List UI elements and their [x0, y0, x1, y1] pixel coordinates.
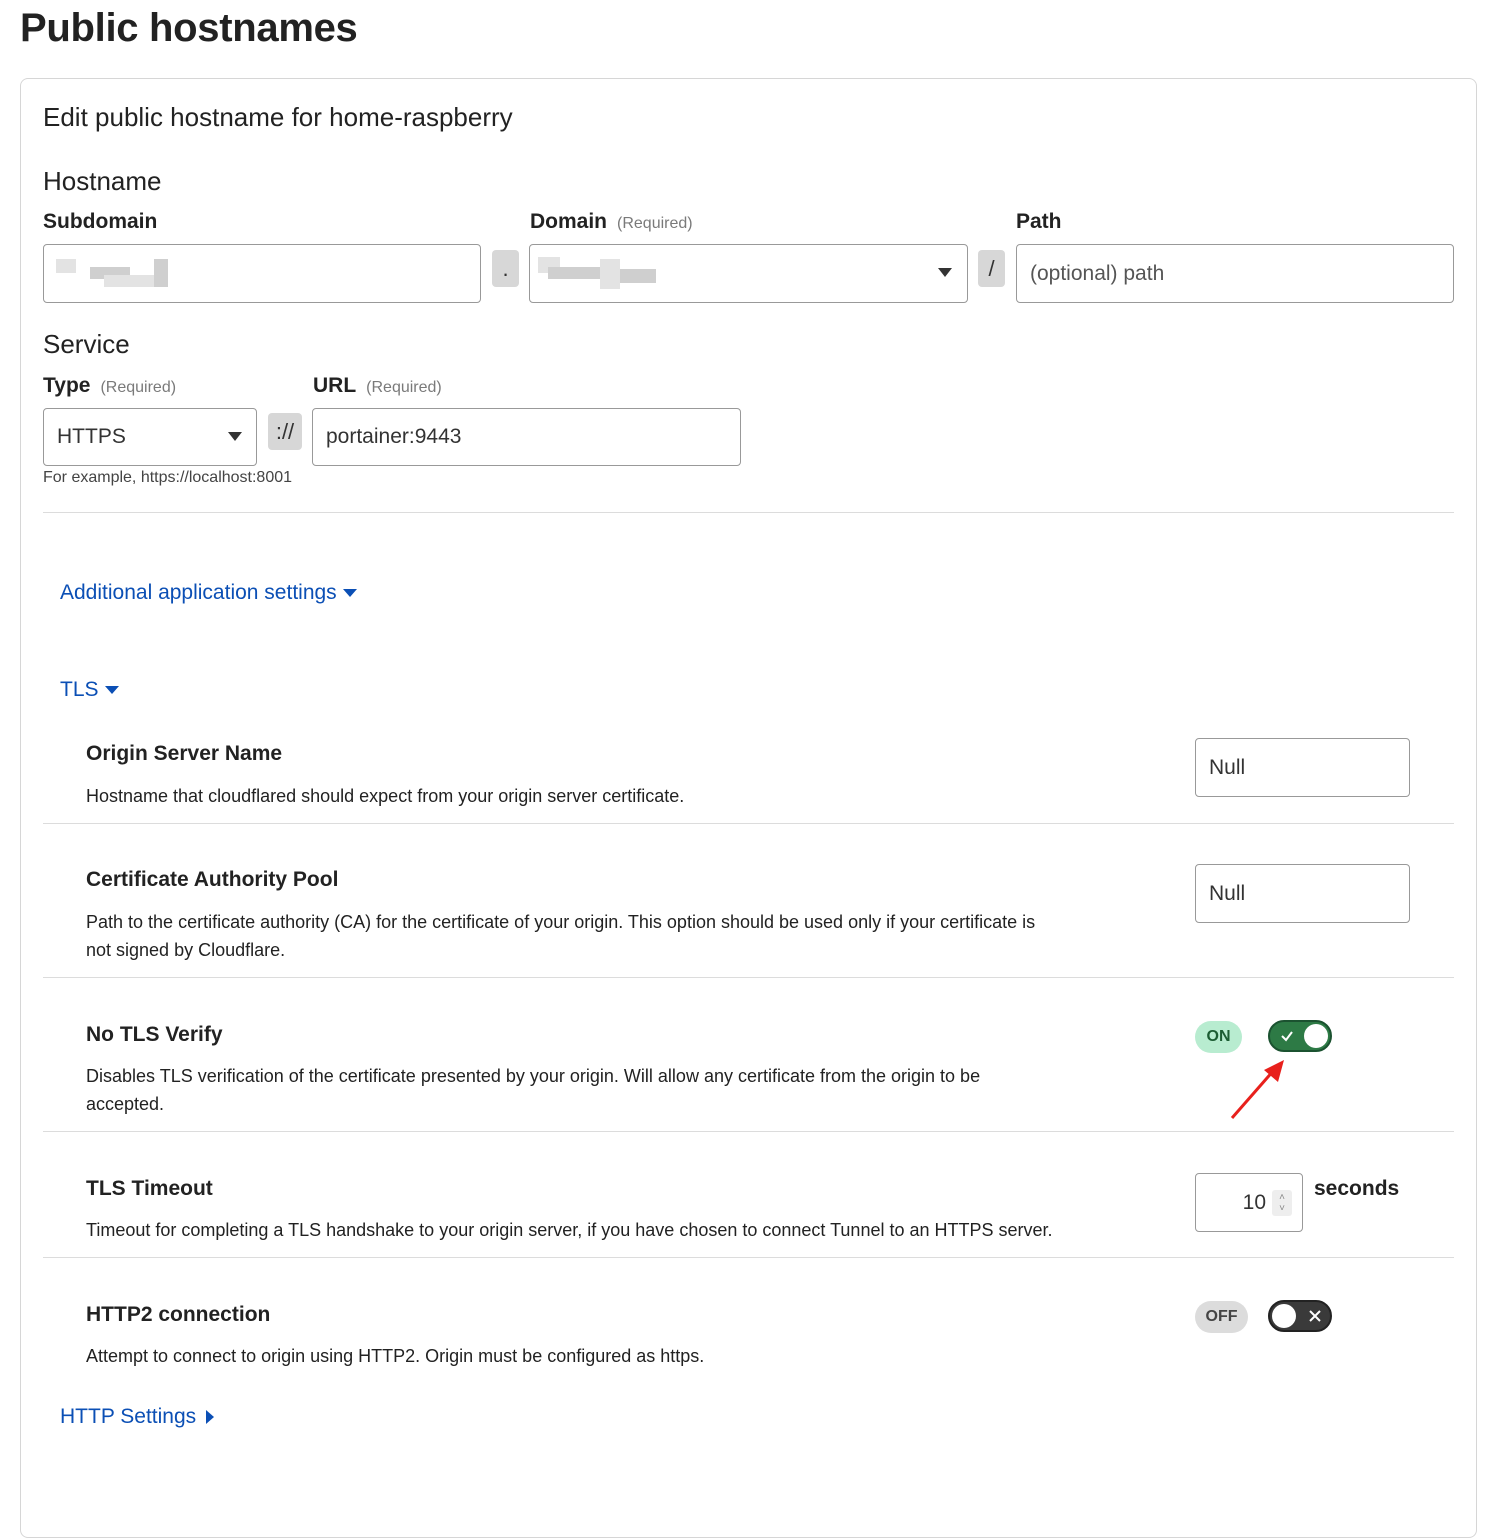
http2-desc: Attempt to connect to origin using HTTP2… [86, 1346, 705, 1366]
stepper-up-icon[interactable]: ˄ [1279, 1192, 1285, 1203]
tls-timeout-title: TLS Timeout [86, 1177, 213, 1200]
card-title: Edit public hostname for home-raspberry [43, 102, 513, 132]
scheme-separator: :// [268, 413, 302, 450]
type-label: Type (Required) [43, 374, 176, 398]
tls-timeout-value: 10 [1242, 1190, 1266, 1214]
chevron-down-icon [938, 268, 952, 277]
page-title: Public hostnames [20, 6, 358, 50]
close-icon [1309, 1310, 1321, 1322]
divider [43, 823, 1454, 824]
chevron-down-icon [228, 432, 242, 441]
caret-down-icon [342, 589, 357, 597]
http2-toggle[interactable] [1268, 1300, 1332, 1332]
type-required-hint: (Required) [100, 379, 177, 396]
no-tls-verify-status-badge: ON [1195, 1021, 1242, 1053]
tls-timeout-unit: seconds [1314, 1177, 1400, 1200]
ca-pool-input[interactable]: Null [1195, 864, 1410, 923]
service-section-title: Service [43, 329, 130, 359]
annotation-arrow-icon [1230, 1060, 1284, 1119]
tls-timeout-desc: Timeout for completing a TLS handshake t… [86, 1220, 1053, 1240]
url-label: URL (Required) [313, 374, 442, 398]
redacted-pixel [600, 259, 620, 289]
caret-right-icon [206, 1410, 215, 1424]
additional-settings-toggle[interactable]: Additional application settings [60, 581, 357, 605]
slash-separator: / [978, 250, 1005, 287]
service-type-select[interactable]: HTTPS [43, 408, 257, 466]
service-url-input[interactable]: portainer:9443 [312, 408, 741, 466]
service-type-value: HTTPS [57, 425, 126, 448]
url-label-text: URL [313, 374, 357, 397]
url-required-hint: (Required) [366, 379, 442, 396]
divider [43, 512, 1454, 513]
type-label-text: Type [43, 374, 91, 397]
check-icon [1281, 1031, 1293, 1042]
domain-required-hint: (Required) [617, 215, 693, 232]
stepper-down-icon[interactable]: ˅ [1279, 1203, 1285, 1214]
path-input[interactable]: (optional) path [1016, 244, 1454, 303]
service-url-hint: For example, https://localhost:8001 [43, 469, 293, 486]
caret-down-icon [104, 686, 119, 694]
ca-pool-desc-line2: not signed by Cloudflare. [86, 940, 286, 960]
toggle-knob [1272, 1304, 1296, 1328]
subdomain-label: Subdomain [43, 210, 158, 233]
domain-label-text: Domain [530, 210, 608, 233]
origin-server-name-title: Origin Server Name [86, 742, 283, 765]
http2-title: HTTP2 connection [86, 1303, 271, 1326]
subdomain-input[interactable] [43, 244, 481, 303]
http-settings-label: HTTP Settings [60, 1405, 197, 1428]
no-tls-verify-desc-line2: accepted. [86, 1094, 165, 1114]
no-tls-verify-desc-line1: Disables TLS verification of the certifi… [86, 1066, 981, 1086]
number-stepper[interactable]: ˄ ˅ [1272, 1190, 1292, 1216]
path-label: Path [1016, 210, 1062, 233]
no-tls-verify-toggle[interactable] [1268, 1020, 1332, 1052]
dot-separator: . [492, 250, 519, 287]
toggle-knob [1304, 1024, 1328, 1048]
divider [43, 1131, 1454, 1132]
redacted-pixel [56, 259, 76, 273]
redacted-pixel [154, 259, 168, 287]
ca-pool-desc-line1: Path to the certificate authority (CA) f… [86, 912, 1036, 932]
tls-section-toggle[interactable]: TLS [60, 678, 119, 702]
divider [43, 977, 1454, 978]
additional-settings-label: Additional application settings [60, 581, 337, 604]
domain-label: Domain (Required) [530, 210, 693, 234]
http2-status-badge: OFF [1195, 1301, 1248, 1333]
tls-timeout-input[interactable]: 10 ˄ ˅ [1195, 1173, 1303, 1232]
redacted-pixel [620, 269, 656, 283]
no-tls-verify-title: No TLS Verify [86, 1023, 223, 1046]
origin-server-name-desc: Hostname that cloudflared should expect … [86, 786, 685, 806]
hostname-section-title: Hostname [43, 166, 162, 196]
divider [43, 1257, 1454, 1258]
http-settings-toggle[interactable]: HTTP Settings [60, 1405, 215, 1429]
origin-server-name-input[interactable]: Null [1195, 738, 1410, 797]
ca-pool-title: Certificate Authority Pool [86, 868, 339, 891]
domain-select[interactable] [529, 244, 968, 303]
tls-section-label: TLS [60, 678, 99, 701]
